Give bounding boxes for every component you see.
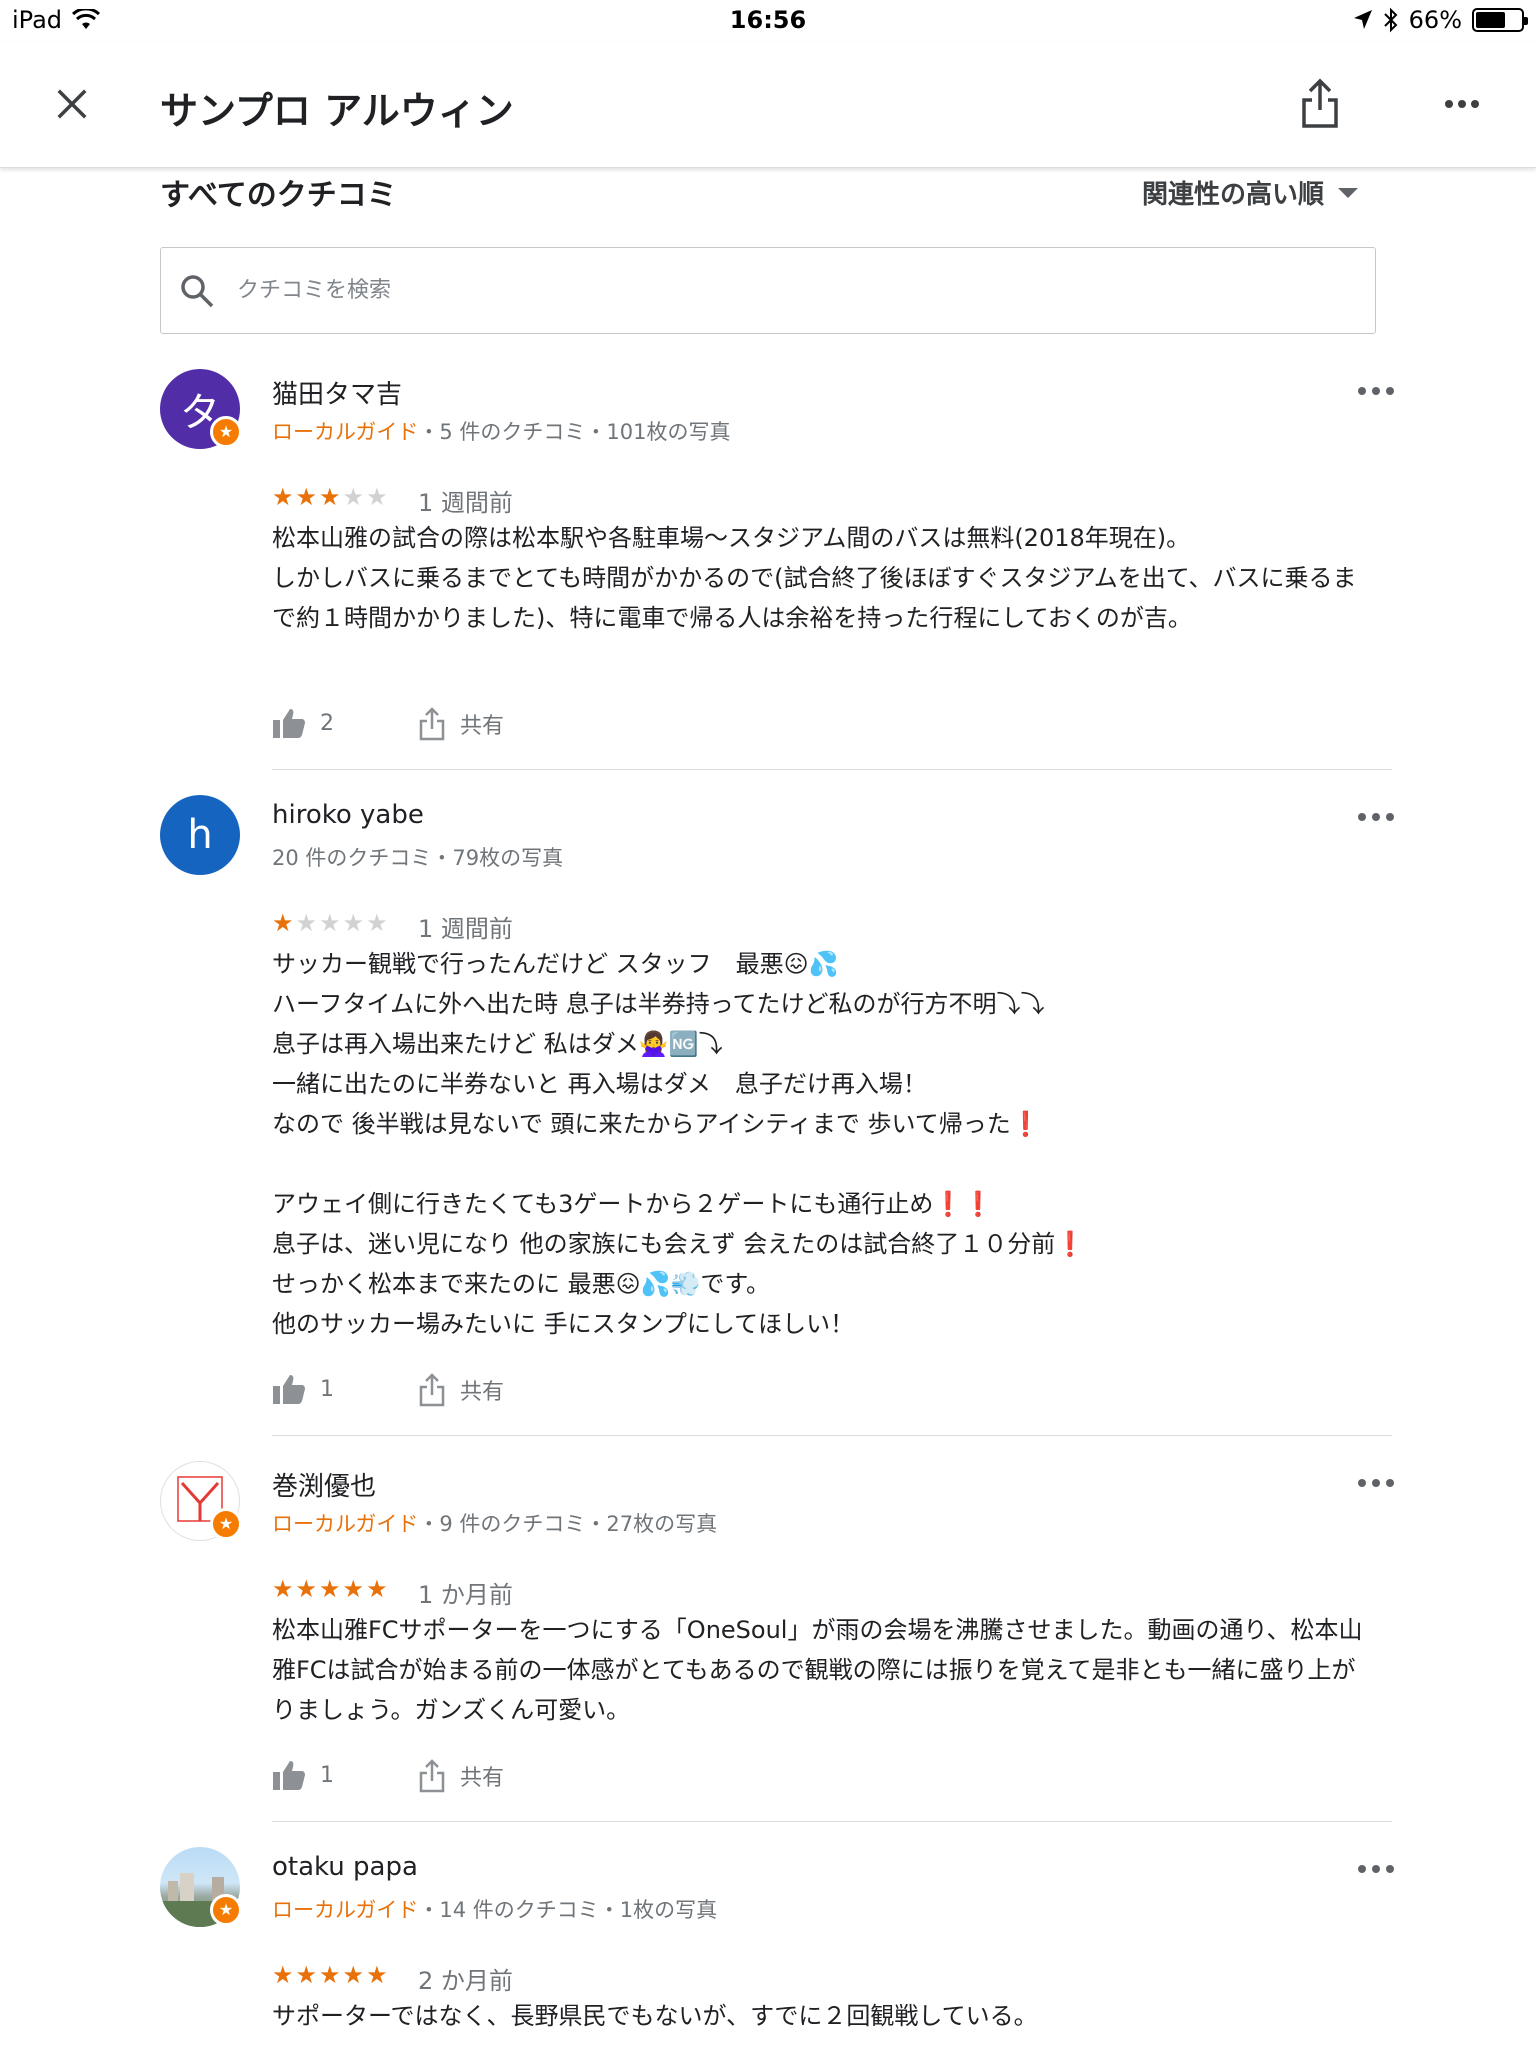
star-icon: ★ — [272, 1961, 296, 1989]
share-icon — [419, 707, 445, 741]
review-more-button[interactable] — [1358, 1863, 1394, 1875]
avatar-letter: h — [187, 812, 213, 858]
like-count: 1 — [320, 1376, 334, 1402]
share-button[interactable] — [1298, 78, 1342, 130]
local-guide-badge-icon: ★ — [210, 1508, 242, 1540]
review-text: 松本山雅FCサポーターを一つにする「OneSoul」が雨の会場を沸騰させました。… — [272, 1616, 1363, 1724]
close-icon — [57, 89, 87, 119]
thumbs-up-icon — [273, 1761, 305, 1790]
star-icon: ★ — [272, 909, 296, 937]
reviewer-name[interactable]: 巻渕優也 — [272, 1466, 376, 1503]
share-review-button[interactable]: 共有 — [418, 1759, 504, 1793]
review-text: サッカー観戦で行ったんだけど スタッフ 最悪😖💦 ハーフタイムに外へ出た時 息子… — [272, 950, 1086, 1338]
local-guide-badge-icon: ★ — [210, 416, 242, 448]
review-search-box[interactable] — [160, 247, 1376, 334]
share-icon — [419, 1759, 445, 1793]
review-date: 2 か月前 — [418, 1967, 513, 1995]
thumbs-up-icon — [273, 1375, 305, 1404]
star-rating: ★★★★★ — [272, 483, 390, 511]
review-more-button[interactable] — [1358, 1477, 1394, 1489]
reviewer-meta: ローカルガイド・9 件のクチコミ・27枚の写真 — [272, 1512, 718, 1536]
review-date: 1 週間前 — [418, 489, 513, 517]
review-divider — [272, 769, 1392, 770]
reviewer-name[interactable]: 猫田タマ吉 — [272, 374, 402, 411]
star-icon: ★ — [366, 1961, 390, 1989]
star-icon: ★ — [295, 1575, 320, 1603]
share-label: 共有 — [460, 1380, 505, 1405]
reviewer-name[interactable]: otaku papa — [272, 1852, 418, 1882]
sort-dropdown[interactable]: 関連性の高い順 — [1142, 174, 1359, 211]
status-bar: iPad 16:56 66% — [0, 0, 1536, 42]
star-icon: ★ — [295, 1961, 320, 1989]
star-icon: ★ — [295, 483, 320, 511]
close-button[interactable] — [50, 82, 94, 126]
reviewer-meta: ローカルガイド・5 件のクチコミ・101枚の写真 — [272, 420, 731, 444]
star-icon: ★ — [342, 1575, 367, 1603]
local-guide-label: ローカルガイド — [272, 1898, 419, 1922]
battery-level — [1476, 12, 1506, 28]
share-icon — [419, 1373, 445, 1407]
place-title: サンプロ アルウィン — [160, 89, 514, 133]
section-title: すべてのクチコミ — [160, 178, 397, 213]
clock: 16:56 — [729, 6, 807, 34]
share-label: 共有 — [460, 714, 505, 739]
star-rating: ★★★★★ — [272, 909, 390, 937]
more-options-button[interactable] — [1440, 82, 1484, 126]
share-review-button[interactable]: 共有 — [418, 1373, 504, 1407]
review-more-button[interactable] — [1358, 811, 1394, 823]
app-bar: サンプロ アルウィン — [0, 42, 1536, 168]
like-button[interactable]: 2 — [272, 707, 334, 739]
more-horiz-icon — [1445, 100, 1479, 108]
review-divider — [272, 1435, 1392, 1436]
review-more-button[interactable] — [1358, 385, 1394, 397]
share-review-button[interactable]: 共有 — [418, 707, 504, 741]
review-date: 1 か月前 — [418, 1581, 513, 1609]
location-arrow-icon — [1353, 10, 1372, 29]
star-icon: ★ — [366, 909, 390, 937]
reviewer-name[interactable]: hiroko yabe — [272, 800, 424, 830]
sort-label: 関連性の高い順 — [1142, 180, 1325, 210]
caret-down-icon — [1338, 187, 1359, 198]
like-button[interactable]: 1 — [272, 1759, 334, 1791]
like-count: 2 — [320, 710, 334, 736]
share-label: 共有 — [460, 1766, 505, 1791]
share-icon — [1302, 78, 1338, 128]
star-icon: ★ — [319, 483, 343, 511]
thumbs-up-icon — [273, 709, 305, 738]
star-icon: ★ — [272, 483, 296, 511]
star-icon: ★ — [342, 1961, 367, 1989]
battery-icon — [1472, 8, 1528, 32]
local-guide-badge-icon: ★ — [210, 1894, 242, 1926]
star-icon: ★ — [366, 483, 390, 511]
battery-percent: 66% — [1408, 6, 1462, 34]
star-rating: ★★★★★ — [272, 1575, 390, 1603]
star-rating: ★★★★★ — [272, 1961, 390, 1989]
like-button[interactable]: 1 — [272, 1373, 334, 1405]
star-icon: ★ — [342, 909, 367, 937]
reviewer-meta: ローカルガイド・14 件のクチコミ・1枚の写真 — [272, 1898, 718, 1922]
star-icon: ★ — [295, 909, 320, 937]
local-guide-label: ローカルガイド — [272, 1512, 419, 1536]
star-icon: ★ — [342, 483, 367, 511]
star-icon: ★ — [366, 1575, 390, 1603]
review-date: 1 週間前 — [418, 915, 513, 943]
review-search-input[interactable] — [237, 278, 1337, 303]
star-icon: ★ — [319, 909, 343, 937]
review-text: サポーターではなく、長野県民でもないが、すでに２回観戦している。 — [272, 2002, 1038, 2030]
like-count: 1 — [320, 1762, 334, 1788]
star-icon: ★ — [319, 1961, 343, 1989]
review-divider — [272, 1821, 1392, 1822]
local-guide-label: ローカルガイド — [272, 420, 419, 444]
search-icon — [181, 274, 214, 307]
star-icon: ★ — [272, 1575, 296, 1603]
avatar[interactable]: h — [160, 795, 240, 875]
reviewer-meta: 20 件のクチコミ・79枚の写真 — [272, 846, 564, 870]
star-icon: ★ — [319, 1575, 343, 1603]
review-text: 松本山雅の試合の際は松本駅や各駐車場〜スタジアム間のバスは無料(2018年現在)… — [272, 524, 1357, 632]
bluetooth-icon — [1383, 7, 1398, 33]
